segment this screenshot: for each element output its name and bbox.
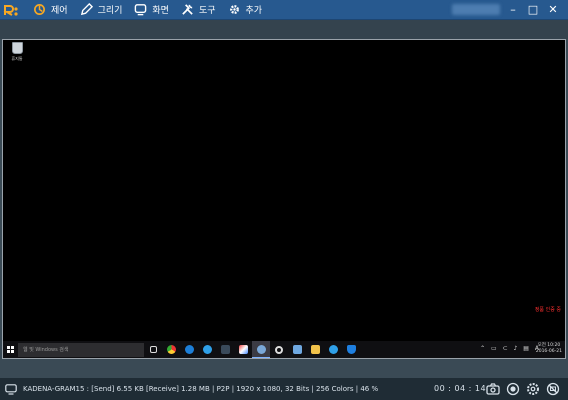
monitor-icon [5, 383, 17, 395]
taskbar-search-box[interactable]: 웹 및 Windows 검색 [18, 342, 144, 357]
record-icon[interactable] [506, 382, 520, 396]
app-logo-icon [3, 3, 19, 17]
remote-taskbar: 웹 및 Windows 검색 ⌃ ▭ ⊂ ♪ ▤ A 오전 10:20 2016… [3, 341, 565, 358]
taskbar-edge[interactable] [180, 341, 198, 358]
task-view-icon [149, 346, 157, 353]
activation-watermark: 정품 인증 중 [534, 307, 561, 313]
menu-more[interactable]: 추가 [222, 0, 269, 20]
recycle-bin-label: 휴지통 [11, 56, 23, 61]
menu-more-label: 추가 [245, 6, 263, 16]
menu-screen-label: 화면 [152, 6, 169, 16]
ring-app-icon [275, 345, 283, 354]
terminal-icon [220, 345, 230, 354]
edge-icon [184, 345, 194, 354]
monitor-icon [135, 4, 147, 16]
close-button[interactable]: ✕ [546, 2, 560, 17]
taskbar-folder[interactable] [306, 341, 324, 358]
recycle-bin-desktop-icon[interactable]: 휴지통 [7, 42, 27, 62]
folder-icon [310, 345, 320, 354]
toolbar-divider-strip [0, 20, 568, 39]
minimize-button[interactable]: – [506, 2, 520, 17]
recycle-bin-icon [11, 42, 23, 54]
maximize-button[interactable]: □ [526, 2, 540, 17]
monitor-off-icon[interactable] [546, 382, 560, 396]
taskbar-ie[interactable] [198, 341, 216, 358]
menu-tools[interactable]: 도구 [175, 0, 222, 20]
control-icon [34, 4, 45, 15]
taskbar-chrome[interactable] [162, 341, 180, 358]
ie-icon [328, 345, 338, 354]
taskbar-clock[interactable]: 오전 10:20 2016-06-21 [536, 343, 562, 355]
taskbar-ie-2[interactable] [324, 341, 342, 358]
chrome-icon [166, 345, 176, 354]
menu-draw[interactable]: 그리기 [74, 0, 129, 20]
paint-icon [238, 345, 248, 354]
windows-start-button[interactable] [3, 341, 17, 358]
ie-icon [202, 345, 212, 354]
session-timer: 00 : 04 : 14 [434, 384, 487, 393]
settings-icon[interactable] [526, 382, 540, 396]
taskbar-paint[interactable] [234, 341, 252, 358]
tools-icon [182, 4, 193, 15]
taskbar-terminal[interactable] [216, 341, 234, 358]
menu-screen[interactable]: 화면 [128, 0, 175, 20]
pencil-icon [80, 3, 93, 16]
clock-date: 2016-06-21 [535, 349, 562, 354]
notepad-icon [292, 345, 302, 354]
menu-draw-label: 그리기 [97, 6, 123, 16]
task-view-button[interactable] [144, 341, 162, 358]
status-bar: KADENA-GRAM15 : [Send] 6.55 KB [Receive]… [0, 378, 568, 400]
taskbar-shield[interactable] [342, 341, 360, 358]
remote-app-icon [256, 344, 266, 354]
taskbar-notepad[interactable] [288, 341, 306, 358]
gear-icon [229, 5, 239, 14]
menu-tools-label: 도구 [198, 6, 216, 16]
taskbar-remote-app-active[interactable] [252, 341, 270, 358]
shield-icon [346, 345, 356, 354]
menu-control-label: 제어 [51, 6, 68, 16]
camera-icon[interactable] [486, 382, 500, 396]
connection-status-text: KADENA-GRAM15 : [Send] 6.55 KB [Receive]… [23, 385, 379, 393]
taskbar-app-ring[interactable] [270, 341, 288, 358]
top-toolbar: 제어 그리기 화면 도구 추가 175.26.115.29 – □ ✕ [0, 0, 568, 20]
windows-logo-icon [6, 346, 14, 353]
session-address: 175.26.115.29 [452, 4, 500, 15]
system-tray[interactable]: ⌃ ▭ ⊂ ♪ ▤ A [480, 345, 541, 352]
remote-desktop-view[interactable]: 휴지통 정품 인증 중 웹 및 Windows 검색 ⌃ ▭ ⊂ ♪ ▤ A 오… [2, 39, 566, 359]
menu-control[interactable]: 제어 [27, 0, 74, 20]
